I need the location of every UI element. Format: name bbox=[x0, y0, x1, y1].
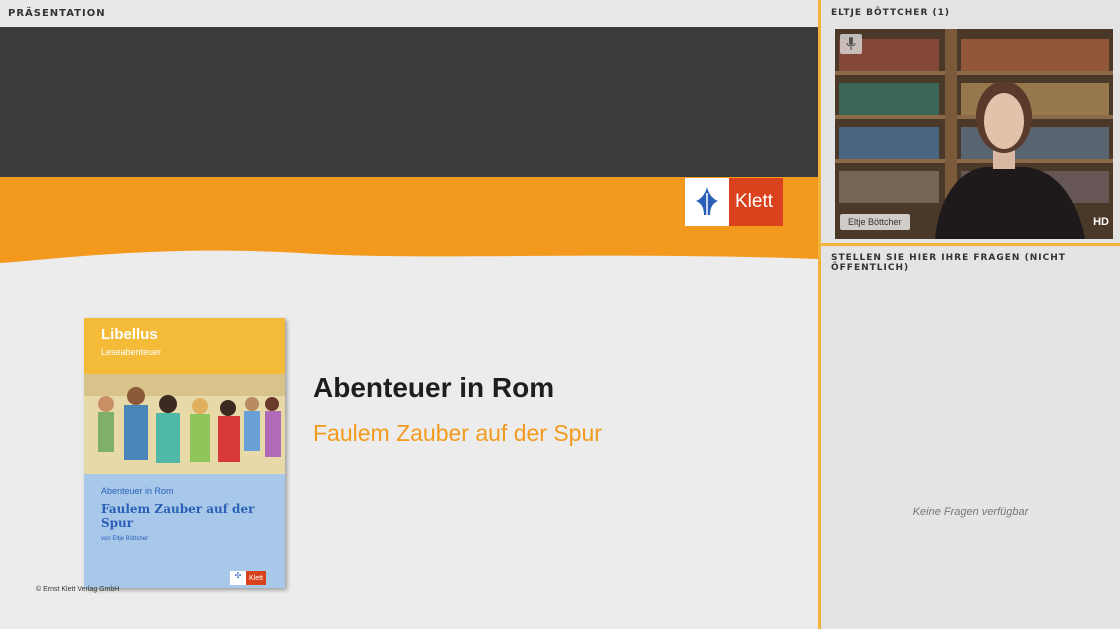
book-title-small: Abenteuer in Rom bbox=[101, 486, 174, 496]
slide-subtitle: Faulem Zauber auf der Spur bbox=[313, 420, 602, 446]
book-cover: Libellus Leseabenteuer Abenteuer in Rom … bbox=[84, 318, 285, 588]
app-root: PRÄSENTATION Klett Libellus Leseabenteue… bbox=[0, 0, 1120, 629]
klett-logo-icon: ✣ bbox=[230, 571, 246, 585]
side-panel: ELTJE BÖTTCHER (1) Eltje Böttcher HD STE… bbox=[821, 0, 1120, 629]
slide-title: Abenteuer in Rom bbox=[313, 372, 555, 403]
hd-badge[interactable]: HD bbox=[1093, 216, 1109, 228]
book-publisher-text: Klett bbox=[246, 571, 266, 585]
microphone-icon bbox=[846, 37, 856, 50]
book-author: von Eltje Böttcher bbox=[101, 536, 149, 542]
book-title-main: Faulem Zauber auf der Spur bbox=[101, 502, 255, 530]
slide-copyright: © Ernst Klett Verlag GmbH bbox=[36, 586, 120, 593]
presentation-panel: PRÄSENTATION Klett Libellus Leseabenteue… bbox=[0, 0, 820, 629]
speaker-panel-title: ELTJE BÖTTCHER (1) bbox=[831, 8, 950, 18]
presentation-slide: Klett Libellus Leseabenteuer Abenteuer i… bbox=[0, 27, 818, 627]
speaker-video[interactable]: Eltje Böttcher HD bbox=[835, 29, 1113, 239]
klett-logo: Klett bbox=[685, 178, 783, 226]
book-series-subtitle: Leseabenteuer bbox=[101, 347, 162, 357]
panel-divider-horizontal[interactable] bbox=[821, 243, 1120, 246]
questions-empty-state: Keine Fragen verfügbar bbox=[912, 506, 1029, 518]
book-cover-illustration bbox=[84, 374, 285, 474]
microphone-button[interactable] bbox=[840, 34, 862, 54]
speaker-name-tag: Eltje Böttcher bbox=[840, 214, 910, 230]
klett-logo-icon bbox=[685, 178, 729, 226]
speaker-video-feed bbox=[835, 29, 1113, 239]
presentation-panel-title: PRÄSENTATION bbox=[8, 8, 106, 19]
book-publisher-logo: ✣ Klett bbox=[230, 571, 266, 585]
klett-logo-text: Klett bbox=[729, 178, 783, 226]
book-series-title: Libellus bbox=[101, 326, 158, 343]
slide-header-band bbox=[0, 27, 818, 179]
questions-panel-title: STELLEN SIE HIER IHRE FRAGEN (NICHT ÖFFE… bbox=[831, 253, 1066, 273]
